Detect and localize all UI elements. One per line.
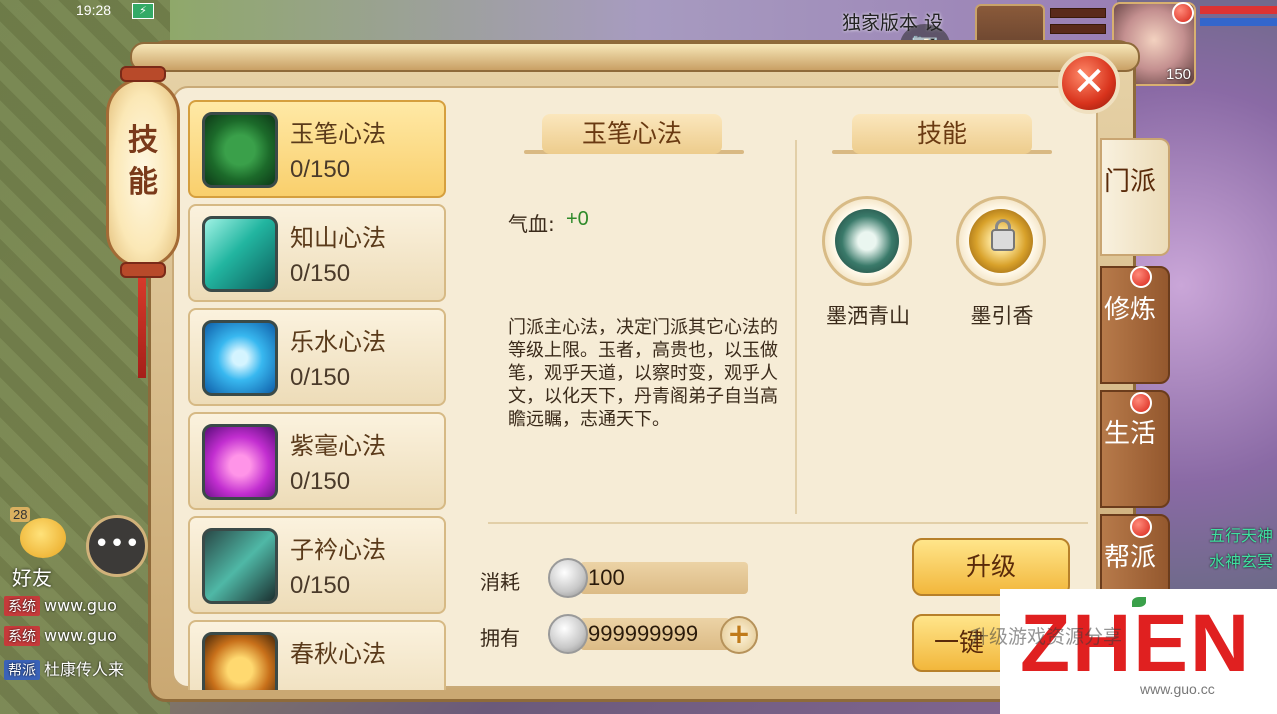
close-button[interactable]: ✕ (1058, 52, 1120, 114)
lantern-cap-bottom (120, 262, 166, 278)
skill-list[interactable]: 玉笔心法 0/150 知山心法 0/150 乐水心法 0/150 紫毫心法 0/… (188, 100, 446, 690)
chat-tag: 帮派 (4, 660, 40, 680)
lantern-tassel (138, 278, 146, 378)
tab-label: 修炼 (1103, 295, 1156, 325)
chat-tag: 系统 (4, 626, 40, 646)
skill-item[interactable]: 子衿心法 0/150 (188, 516, 446, 614)
stat-label: 气血: (508, 212, 555, 236)
skill-name: 知山心法 (290, 224, 386, 252)
column-divider (795, 140, 797, 514)
upgrade-button[interactable]: 升级 (912, 538, 1070, 596)
watermark: ZHEN www.guo.cc (1000, 589, 1277, 714)
tab-label: 帮派 (1103, 543, 1156, 573)
tab-label: 生活 (1103, 419, 1156, 449)
jade-brush-icon (202, 112, 278, 188)
status-time: 19:28 (76, 2, 112, 18)
skill-name: 春秋心法 (290, 640, 386, 668)
map-label: 五行天神 (1208, 526, 1273, 545)
chat-line: 系统 www.guo (4, 596, 117, 618)
notification-dot (1130, 266, 1152, 288)
skill-level: 0/150 (290, 468, 351, 495)
panel-top-rail (130, 42, 1140, 72)
ink-fragrance-icon (969, 209, 1033, 273)
chat-icon[interactable]: ••• (86, 515, 148, 577)
lantern-cap-top (120, 66, 166, 82)
skill-item[interactable]: 紫毫心法 0/150 (188, 412, 446, 510)
skill-level: 0/150 (290, 364, 351, 391)
mountain-icon (202, 216, 278, 292)
skill-name: 玉笔心法 (290, 120, 386, 148)
skill-item[interactable]: 玉笔心法 0/150 (188, 100, 446, 198)
friends-avatar-icon[interactable] (20, 518, 66, 558)
skills-title-banner: 技能 (852, 114, 1032, 154)
chat-text: www.guo (44, 596, 117, 615)
tab-label: 门派 (1103, 167, 1156, 197)
detail-title-banner: 玉笔心法 (542, 114, 722, 154)
skill-name: 乐水心法 (290, 328, 386, 356)
battery-icon: ⚡ (132, 3, 154, 19)
skill-name: 子衿心法 (290, 536, 386, 564)
sub-skill-slot[interactable] (822, 196, 912, 286)
skill-level: 0/150 (290, 156, 351, 183)
tab-sect[interactable]: 门派 (1100, 138, 1170, 256)
purple-brush-icon (202, 424, 278, 500)
chat-text: www.guo (44, 626, 117, 645)
ink-landscape-icon (835, 209, 899, 273)
skill-description: 门派主心法，决定门派其它心法的等级上限。玉者，高贵也，以玉做笔，观乎天道，以察时… (508, 317, 778, 430)
player-mp-bar (1200, 18, 1277, 26)
consume-label: 消耗 (480, 570, 520, 594)
own-label: 拥有 (480, 626, 520, 650)
golden-flame-icon (202, 632, 278, 690)
friends-level-badge: 28 (10, 507, 31, 522)
panel-title: 技能 (128, 123, 158, 200)
sub-skill-name: 墨引香 (970, 304, 1034, 328)
chat-line: 帮派 杜康传人来 (4, 656, 125, 680)
own-value: 999999999 (580, 618, 730, 650)
sub-skill-slot[interactable] (956, 196, 1046, 286)
stat-value: +0 (566, 208, 589, 230)
skill-name: 紫毫心法 (290, 432, 386, 460)
consume-value: 100 (580, 562, 748, 594)
friends-label[interactable]: 好友 (12, 562, 52, 591)
chat-line: 系统 www.guo (4, 626, 117, 648)
sub-skill-name: 墨洒青山 (826, 304, 910, 328)
leaf-icon (1132, 597, 1146, 607)
notification-dot (1130, 392, 1152, 414)
skill-item[interactable]: 春秋心法 (188, 620, 446, 690)
player-hp-bar (1200, 6, 1277, 14)
player-level: 150 (1166, 66, 1192, 83)
notification-dot (1172, 2, 1194, 24)
silver-coin-icon (548, 558, 588, 598)
chat-tag: 系统 (4, 596, 40, 616)
skill-level: 0/150 (290, 260, 351, 287)
skill-item[interactable]: 乐水心法 0/150 (188, 308, 446, 406)
watermark-overlay: 升级游戏资源分享 (970, 626, 1123, 648)
ink-brush-icon (202, 528, 278, 604)
add-currency-button[interactable]: + (720, 616, 758, 654)
chat-text: 杜康传人来 (44, 660, 125, 679)
notification-dot (1130, 516, 1152, 538)
skill-level: 0/150 (290, 572, 351, 599)
silver-coin-icon (548, 614, 588, 654)
section-divider (488, 522, 1088, 524)
lock-icon (991, 229, 1015, 251)
skill-item[interactable]: 知山心法 0/150 (188, 204, 446, 302)
water-swirl-icon (202, 320, 278, 396)
map-label: 水神玄冥 (1208, 552, 1273, 571)
watermark-site: www.guo.cc (1140, 681, 1215, 697)
